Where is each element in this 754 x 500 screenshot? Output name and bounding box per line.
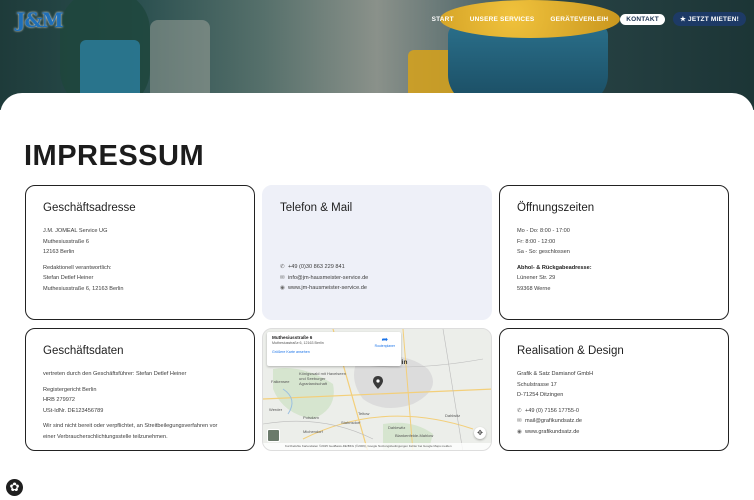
contact-web[interactable]: www.jm-hausmeister-service.de: [288, 285, 367, 291]
design-line: Schulstrasse 17: [517, 381, 557, 388]
disclaimer-line: einer Verbraucherschlichtungsstelle teil…: [43, 433, 168, 440]
design-line: D-71254 Ditzingen: [517, 392, 564, 398]
rent-now-button[interactable]: ★ JETZT MIETEN!: [672, 12, 746, 26]
globe-icon: ◉: [517, 428, 522, 435]
design-web-row[interactable]: ◉ www.grafikundsatz.de: [517, 427, 711, 438]
hours-line: Mo - Do: 8:00 - 17:00: [517, 228, 570, 234]
business-represented: vertreten durch den Geschäftsführer: Ste…: [43, 371, 187, 377]
editorial-name: Stefan Detlef Heiner: [43, 275, 94, 281]
contact-card: Telefon & Mail ✆ +49 (0)30 863 229 841 ✉ i…: [262, 185, 492, 320]
map-town-label: Blankenfelde-Mahlow: [395, 433, 434, 438]
map-pin-icon[interactable]: [373, 376, 383, 389]
design-card: Realisation & Design Grafik & Satz Damia…: [499, 328, 729, 451]
nav-rental[interactable]: GERÄTEVERLEIH: [546, 14, 612, 25]
hours-card: Öffnungszeiten Mo - Do: 8:00 - 17:00 Fr:…: [499, 185, 729, 320]
mail-icon: ✉: [517, 418, 522, 424]
pickup-title: Abhol- & Rückgabeadresse:: [517, 264, 592, 271]
map-town-label: Dahlewitz: [388, 425, 406, 430]
hours-title: Öffnungszeiten: [517, 202, 595, 214]
design-line: Grafik & Satz Damianof GmbH: [517, 371, 594, 377]
address-card: Geschäftsadresse J.M. JOMEAL Service UG …: [25, 185, 255, 320]
map-footer: Kurzbefehle Kartendaten ©2025 GeoBasis-D…: [263, 443, 491, 450]
design-title: Realisation & Design: [517, 345, 624, 357]
editorial-address: Muthesiusstraße 6, 12163 Berlin: [43, 285, 124, 292]
map-town-label: Falkensee: [271, 379, 290, 384]
phone-icon: ✆: [517, 407, 522, 414]
google-map[interactable]: Berlin Potsdam Falkensee Königswald mit …: [262, 328, 492, 451]
design-web[interactable]: www.grafikundsatz.de: [525, 429, 579, 435]
address-line: J.M. JOMEAL Service UG: [43, 228, 108, 234]
route-planner-label: Routenplaner: [374, 344, 395, 348]
map-town-label: Stahnsdorf: [341, 420, 361, 425]
contact-mail-row[interactable]: ✉ info@jm-hausmeister-service.de: [280, 273, 368, 284]
map-camera-control-icon[interactable]: ✥: [474, 427, 486, 439]
design-phone-row[interactable]: ✆ +49 (0) 7156 17755-0: [517, 406, 711, 417]
pickup-line: Lünener Str. 29: [517, 275, 556, 281]
hours-line: Fr: 8:00 - 12:00: [517, 238, 556, 245]
globe-icon: ◉: [280, 285, 285, 291]
map-town-label: Werder: [269, 407, 283, 412]
page-title: IMPRESSUM: [24, 140, 205, 172]
contact-phone-row[interactable]: ✆ +49 (0)30 863 229 841: [280, 262, 368, 273]
contact-web-row[interactable]: ◉ www.jm-hausmeister-service.de: [280, 283, 368, 294]
map-town-label: Teltow: [358, 411, 370, 416]
larger-map-link[interactable]: Größere Karte ansehen: [272, 350, 396, 354]
address-line: 12163 Berlin: [43, 249, 75, 255]
business-title: Geschäftsdaten: [43, 345, 124, 357]
hours-line: Sa - So: geschlossen: [517, 249, 570, 255]
nav-contact[interactable]: KONTAKT: [620, 13, 665, 25]
register-line: USt-IdNr. DE123456789: [43, 407, 104, 414]
nav-services[interactable]: UNSERE SERVICES: [466, 14, 539, 25]
map-town-label: Dahlwitz: [445, 413, 461, 418]
phone-icon: ✆: [280, 264, 285, 270]
map-type-toggle[interactable]: [267, 429, 280, 442]
register-line: Registergericht Berlin: [43, 386, 97, 393]
editorial-label: Redaktionell verantwortlich:: [43, 264, 112, 271]
route-planner-button[interactable]: ➦ Routenplaner: [375, 335, 395, 348]
business-card: Geschäftsdaten vertreten durch den Gesch…: [25, 328, 255, 451]
register-line: HRB 279972: [43, 397, 76, 403]
address-title: Geschäftsadresse: [43, 202, 136, 214]
address-line: Muthesiusstraße 6: [43, 238, 90, 245]
disclaimer-line: Wir sind nicht bereit oder verpflichtet,…: [43, 423, 218, 429]
pickup-line: 59368 Werne: [517, 285, 551, 292]
contact-title: Telefon & Mail: [280, 202, 353, 214]
mail-icon: ✉: [280, 274, 285, 281]
design-phone[interactable]: +49 (0) 7156 17755-0: [525, 408, 579, 414]
main-nav: START UNSERE SERVICES GERÄTEVERLEIH KONT…: [428, 12, 746, 26]
logo[interactable]: J&M: [16, 8, 64, 32]
map-town-label: Potsdam: [303, 415, 319, 420]
contact-phone[interactable]: +49 (0)30 863 229 841: [288, 264, 345, 270]
nav-start[interactable]: START: [428, 14, 458, 25]
design-mail-row[interactable]: ✉ mail@grafikundsatz.de: [517, 416, 711, 427]
map-town-label: Michendorf: [303, 429, 323, 434]
design-email[interactable]: mail@grafikundsatz.de: [525, 418, 582, 424]
directions-icon: ➦: [381, 335, 389, 344]
gear-icon[interactable]: ✿: [6, 479, 23, 496]
contact-email[interactable]: info@jm-hausmeister-service.de: [288, 275, 368, 281]
map-info-box: Muthesiusstraße 6 Muthesiusstraße 6, 121…: [267, 332, 401, 366]
map-town-label: Königswald mit Havelseen und Seeburger A…: [299, 371, 346, 386]
